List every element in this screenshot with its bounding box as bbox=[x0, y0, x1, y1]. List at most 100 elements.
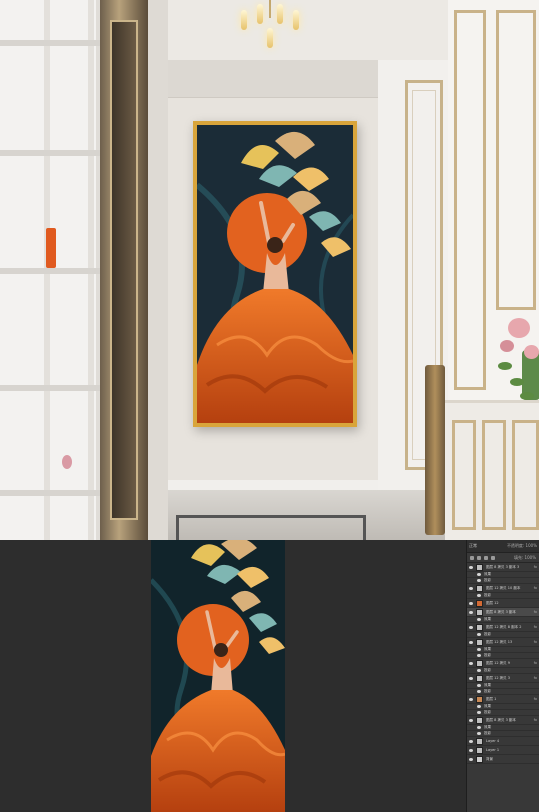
layer-name: 图层 12 拷贝 13 bbox=[486, 639, 513, 644]
effect-eye-icon[interactable] bbox=[477, 573, 481, 576]
visibility-eye-icon[interactable] bbox=[469, 739, 473, 743]
layer-row[interactable]: 背景 bbox=[467, 755, 539, 764]
photoshop-workspace: 正常 不透明度: 100% 填充: 100% 图层 8 拷贝 3 副本 3 fx 效… bbox=[0, 540, 539, 812]
effect-eye-icon[interactable] bbox=[477, 654, 481, 657]
visibility-eye-icon[interactable] bbox=[469, 748, 473, 752]
effect-eye-icon[interactable] bbox=[477, 684, 481, 687]
effect-eye-icon[interactable] bbox=[477, 726, 481, 729]
effect-eye-icon[interactable] bbox=[477, 669, 481, 672]
layer-name: 投影 bbox=[484, 653, 491, 657]
cabinet-panel bbox=[452, 420, 476, 530]
wooden-chair bbox=[425, 365, 445, 535]
effect-eye-icon[interactable] bbox=[477, 690, 481, 693]
wall-molding bbox=[454, 10, 486, 390]
layer-name: 投影 bbox=[484, 578, 491, 582]
lock-all-icon[interactable] bbox=[491, 555, 495, 560]
fx-icon[interactable]: fx bbox=[534, 625, 537, 629]
effect-eye-icon[interactable] bbox=[477, 705, 481, 708]
visibility-eye-icon[interactable] bbox=[469, 718, 473, 722]
layer-row[interactable]: 图层 8 拷贝 3 副本 fx bbox=[467, 716, 539, 725]
layer-row[interactable]: Layer 1 bbox=[467, 746, 539, 755]
effect-eye-icon[interactable] bbox=[477, 732, 481, 735]
bookshelf bbox=[0, 0, 100, 540]
layer-name: 效果 bbox=[484, 683, 491, 687]
layer-thumbnail bbox=[476, 674, 483, 682]
skirting-board bbox=[168, 480, 378, 490]
layer-row[interactable]: 图层 12 拷贝 13 fx bbox=[467, 638, 539, 647]
fx-icon[interactable]: fx bbox=[534, 697, 537, 701]
visibility-eye-icon[interactable] bbox=[469, 661, 473, 665]
layer-name: 投影 bbox=[484, 593, 491, 597]
layer-thumbnail bbox=[476, 599, 483, 607]
bulb bbox=[267, 28, 273, 48]
layer-row[interactable]: 图层 12 bbox=[467, 599, 539, 608]
layer-thumbnail bbox=[476, 623, 483, 631]
layer-list: 图层 8 拷贝 3 副本 3 fx 效果 投影 图层 12 拷贝 10 副本 fx 投影 图层… bbox=[467, 563, 539, 764]
canvas-artwork bbox=[151, 540, 285, 812]
layer-row[interactable]: 图层 12 拷贝 10 副本 fx bbox=[467, 584, 539, 593]
effect-eye-icon[interactable] bbox=[477, 579, 481, 582]
visibility-eye-icon[interactable] bbox=[469, 586, 473, 590]
visibility-eye-icon[interactable] bbox=[469, 610, 473, 614]
fx-icon[interactable]: fx bbox=[534, 610, 537, 614]
visibility-eye-icon[interactable] bbox=[469, 625, 473, 629]
layer-row[interactable]: 图层 12 拷贝 3 fx bbox=[467, 674, 539, 683]
layer-name: 效果 bbox=[484, 647, 491, 651]
fx-icon[interactable]: fx bbox=[534, 676, 537, 680]
opacity-field[interactable]: 不透明度: 100% bbox=[507, 543, 537, 549]
leaf bbox=[510, 378, 524, 386]
layer-thumbnail bbox=[476, 716, 483, 724]
visibility-eye-icon[interactable] bbox=[469, 757, 473, 761]
visibility-eye-icon[interactable] bbox=[469, 565, 473, 569]
layer-name: 效果 bbox=[484, 617, 491, 621]
layer-name: 图层 12 拷贝 8 副本 2 bbox=[486, 624, 522, 629]
wall-pillar bbox=[148, 0, 168, 540]
door-panel bbox=[110, 20, 138, 520]
layer-thumbnail bbox=[476, 755, 483, 763]
effect-eye-icon[interactable] bbox=[477, 618, 481, 621]
visibility-eye-icon[interactable] bbox=[469, 601, 473, 605]
effect-eye-icon[interactable] bbox=[477, 648, 481, 651]
document-canvas[interactable] bbox=[151, 540, 285, 812]
cabinet-panel bbox=[482, 420, 506, 530]
chandelier bbox=[235, 0, 305, 55]
blend-mode-select[interactable]: 正常 bbox=[469, 543, 507, 549]
layer-name: 投影 bbox=[484, 689, 491, 693]
leaf bbox=[520, 392, 534, 400]
bulb bbox=[277, 4, 283, 24]
layer-row[interactable]: Layer 4 bbox=[467, 737, 539, 746]
lock-image-icon[interactable] bbox=[477, 555, 481, 560]
visibility-eye-icon[interactable] bbox=[469, 640, 473, 644]
layer-row[interactable]: 图层 8 拷贝 3 副本 fx bbox=[467, 608, 539, 617]
fx-icon[interactable]: fx bbox=[534, 718, 537, 722]
lock-position-icon[interactable] bbox=[484, 555, 488, 560]
shelf-board bbox=[0, 490, 100, 496]
fx-icon[interactable]: fx bbox=[534, 661, 537, 665]
fx-icon[interactable]: fx bbox=[534, 565, 537, 569]
layer-thumbnail bbox=[476, 695, 483, 703]
effect-eye-icon[interactable] bbox=[477, 594, 481, 597]
fx-icon[interactable]: fx bbox=[534, 586, 537, 590]
fill-field[interactable]: 填充: 100% bbox=[514, 555, 536, 561]
layer-name: 效果 bbox=[484, 572, 491, 576]
layer-row[interactable]: 图层 1 fx bbox=[467, 695, 539, 704]
layer-name: 背景 bbox=[486, 756, 493, 761]
layer-name: 效果 bbox=[484, 725, 491, 729]
layer-row[interactable]: 图层 12 拷贝 8 副本 2 fx bbox=[467, 623, 539, 632]
artwork-ballerina bbox=[197, 125, 353, 423]
effect-eye-icon[interactable] bbox=[477, 633, 481, 636]
floor-inlay bbox=[176, 515, 366, 540]
layers-panel-header: 正常 不透明度: 100% bbox=[467, 540, 539, 553]
layer-row[interactable]: 图层 8 拷贝 3 副本 3 fx bbox=[467, 563, 539, 572]
screenshot-root: 正常 不透明度: 100% 填充: 100% 图层 8 拷贝 3 副本 3 fx 效… bbox=[0, 0, 539, 812]
visibility-eye-icon[interactable] bbox=[469, 697, 473, 701]
layer-row[interactable]: 图层 12 拷贝 9 fx bbox=[467, 659, 539, 668]
layer-thumbnail bbox=[476, 584, 483, 592]
layer-name: 图层 8 拷贝 3 副本 bbox=[486, 717, 516, 722]
lock-transparent-icon[interactable] bbox=[470, 555, 474, 560]
shelf-flower bbox=[62, 455, 72, 469]
visibility-eye-icon[interactable] bbox=[469, 676, 473, 680]
fx-icon[interactable]: fx bbox=[534, 640, 537, 644]
layer-thumbnail bbox=[476, 746, 483, 754]
effect-eye-icon[interactable] bbox=[477, 711, 481, 714]
